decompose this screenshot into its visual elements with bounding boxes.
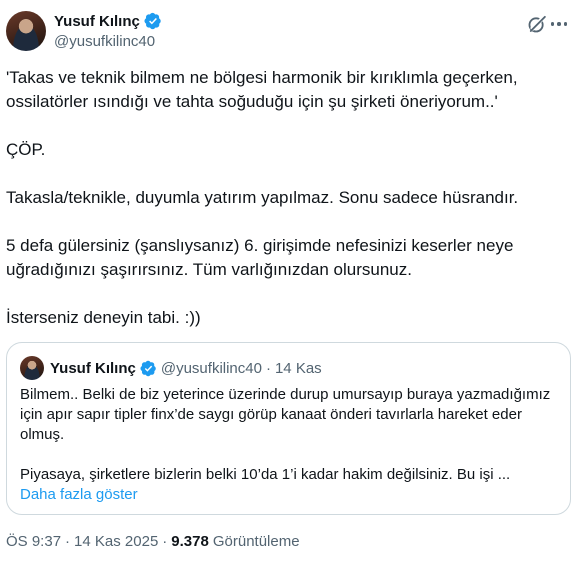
more-icon[interactable]	[548, 13, 570, 35]
quoted-author-name[interactable]: Yusuf Kılınç	[50, 360, 136, 377]
separator-dot: ·	[265, 359, 271, 377]
tweet-header: Yusuf Kılınç @yusufkilinc40	[6, 11, 570, 53]
quoted-paragraph: Piyasaya, şirketlere bizlerin belki 10’d…	[20, 466, 511, 483]
author-handle[interactable]: @yusufkilinc40	[54, 33, 155, 50]
verified-badge-icon[interactable]	[140, 360, 157, 377]
author-name[interactable]: Yusuf Kılınç	[54, 13, 140, 30]
grok-icon[interactable]	[526, 13, 548, 35]
quoted-tweet-text: Bilmem.. Belki de biz yeterince üzerinde…	[20, 385, 560, 505]
quoted-tweet-date[interactable]: 14 Kas	[275, 360, 322, 377]
tweet-meta: ÖS 9:37 · 14 Kas 2025 · 9.378 Görüntülem…	[6, 533, 300, 550]
quoted-author-avatar[interactable]	[20, 356, 44, 380]
tweet-text: 'Takas ve teknik bilmem ne bölgesi harmo…	[6, 66, 566, 330]
views-count: 9.378	[171, 533, 209, 550]
tweet-date[interactable]: 14 Kas 2025	[74, 533, 158, 550]
quoted-paragraph: Bilmem.. Belki de biz yeterince üzerinde…	[20, 386, 551, 443]
tweet-paragraph: 5 defa gülersiniz (şanslıysanız) 6. giri…	[6, 236, 519, 279]
tweet-time[interactable]: ÖS 9:37	[6, 533, 61, 550]
quoted-tweet[interactable]: Yusuf Kılınç @yusufkilinc40 · 14 Kas Bil…	[6, 342, 571, 515]
verified-badge-icon[interactable]	[144, 12, 162, 30]
views-label: Görüntüleme	[212, 533, 300, 550]
show-more-link[interactable]: Daha fazla göster	[20, 485, 560, 505]
author-avatar[interactable]	[6, 11, 46, 51]
separator-dot: ·	[65, 533, 71, 550]
tweet-paragraph: 'Takas ve teknik bilmem ne bölgesi harmo…	[6, 68, 523, 111]
author-name-row: Yusuf Kılınç	[54, 12, 162, 30]
tweet-paragraph: Takasla/teknikle, duyumla yatırım yapılm…	[6, 188, 519, 207]
tweet-paragraph: İsterseniz deneyin tabi. :))	[6, 308, 201, 327]
quoted-author-handle[interactable]: @yusufkilinc40	[161, 360, 262, 377]
quoted-tweet-header: Yusuf Kılınç @yusufkilinc40 · 14 Kas	[20, 356, 322, 380]
tweet-paragraph: ÇÖP.	[6, 140, 46, 159]
separator-dot: ·	[162, 533, 168, 550]
